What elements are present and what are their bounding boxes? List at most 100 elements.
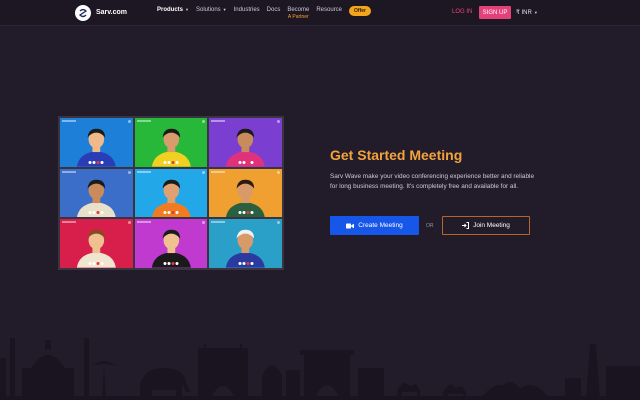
chevron-down-icon: ▼ — [222, 7, 227, 12]
call-controls — [238, 211, 254, 215]
logo[interactable]: Sarv.com — [75, 4, 127, 21]
hero-description: Sarv Wave make your video conferencing e… — [330, 173, 535, 190]
more-icon — [250, 211, 254, 215]
camera-icon — [167, 262, 171, 265]
camera-icon — [92, 262, 96, 265]
offer-badge[interactable]: Offer — [349, 5, 371, 16]
currency-label: ₹ INR — [516, 10, 532, 16]
participant-name-bar — [136, 120, 151, 122]
video-tile — [60, 219, 133, 268]
join-meeting-label: Join Meeting — [473, 222, 510, 229]
camera-icon — [242, 262, 246, 265]
camera-icon — [242, 160, 246, 164]
video-tile — [134, 118, 208, 167]
more-icon — [175, 262, 179, 265]
participant-name-bar — [62, 221, 76, 224]
participant-name-bar — [62, 120, 76, 122]
video-tile — [134, 168, 208, 218]
signup-button[interactable]: SIGN UP — [479, 6, 511, 19]
mic-icon — [238, 160, 242, 164]
end-call-icon — [171, 211, 175, 215]
participant-name-bar — [136, 221, 151, 224]
call-controls — [163, 211, 179, 215]
mic-icon — [163, 262, 167, 265]
create-meeting-button[interactable]: Create Meeting — [330, 216, 419, 235]
more-icon — [175, 211, 179, 215]
chevron-down-icon: ▼ — [185, 7, 189, 12]
partner-label: A Partner — [287, 13, 309, 20]
join-meeting-button[interactable]: Join Meeting — [442, 216, 530, 235]
call-controls — [238, 160, 254, 164]
signal-icon — [127, 120, 131, 123]
video-tile — [134, 219, 208, 268]
end-call-icon — [246, 262, 250, 265]
more-icon — [175, 160, 179, 164]
participant-avatar — [226, 128, 266, 167]
hero-title: Get Started Meeting — [330, 147, 463, 163]
video-tile — [60, 168, 133, 218]
mic-icon — [238, 211, 242, 215]
more-icon — [100, 262, 104, 265]
mic-icon — [88, 160, 92, 164]
participant-avatar — [226, 179, 266, 218]
camera-icon — [167, 160, 171, 164]
participant-name-bar — [211, 170, 226, 173]
end-call-icon — [171, 262, 175, 265]
main-menu: Products ▼ Solutions ▼ Industries Docs B… — [157, 0, 371, 26]
menu-industries-label: Industries — [233, 6, 260, 13]
end-call-icon — [246, 160, 250, 164]
participant-avatar — [151, 230, 191, 268]
currency-selector[interactable]: ₹ INR ▼ — [516, 9, 538, 16]
call-controls — [238, 262, 254, 265]
become-label: Become — [287, 6, 310, 13]
menu-industries[interactable]: Industries — [234, 7, 260, 13]
video-tile — [209, 219, 282, 268]
call-controls — [88, 211, 104, 215]
mic-icon — [163, 160, 167, 164]
call-controls — [163, 262, 179, 265]
end-call-icon — [96, 160, 100, 164]
end-call-icon — [96, 262, 100, 265]
top-navbar: Sarv.com Products ▼ Solutions ▼ Industri… — [0, 0, 640, 26]
call-controls — [163, 160, 179, 164]
end-call-icon — [96, 211, 100, 215]
camera-icon — [92, 211, 96, 215]
participant-name-bar — [136, 170, 151, 173]
mic-icon — [88, 211, 92, 215]
mic-icon — [88, 262, 92, 265]
participant-name-bar — [211, 221, 226, 224]
more-icon — [100, 211, 104, 215]
participant-avatar — [76, 230, 116, 268]
mic-icon — [163, 211, 167, 215]
video-tile — [60, 118, 133, 167]
menu-docs-label: Docs — [266, 6, 281, 13]
camera-icon — [92, 160, 96, 164]
menu-products[interactable]: Products ▼ — [157, 7, 189, 13]
chevron-down-icon: ▼ — [533, 10, 538, 15]
signal-icon — [276, 170, 280, 174]
more-icon — [100, 160, 104, 164]
participant-avatar — [151, 179, 191, 218]
more-icon — [250, 160, 254, 164]
video-camera-icon — [346, 223, 355, 228]
menu-solutions[interactable]: Solutions ▼ — [196, 7, 227, 13]
sarv-logo-icon — [75, 4, 91, 21]
end-call-icon — [171, 160, 175, 164]
participant-avatar — [151, 128, 191, 167]
more-icon — [250, 262, 254, 265]
menu-docs[interactable]: Docs — [267, 7, 281, 13]
menu-become-partner[interactable]: Become A Partner — [287, 7, 309, 21]
video-tile — [209, 118, 282, 167]
menu-resource-label: Resource — [316, 6, 343, 13]
india-skyline-illustration — [0, 338, 640, 400]
participant-avatar — [76, 128, 116, 167]
sign-in-icon — [462, 222, 470, 229]
menu-resource[interactable]: Resource — [316, 7, 342, 13]
create-meeting-label: Create Meeting — [358, 222, 403, 229]
login-link[interactable]: LOG IN — [452, 9, 472, 15]
camera-icon — [167, 211, 171, 215]
end-call-icon — [246, 211, 250, 215]
or-separator: OR — [426, 223, 434, 229]
video-tile — [209, 168, 282, 218]
mic-icon — [238, 262, 242, 265]
